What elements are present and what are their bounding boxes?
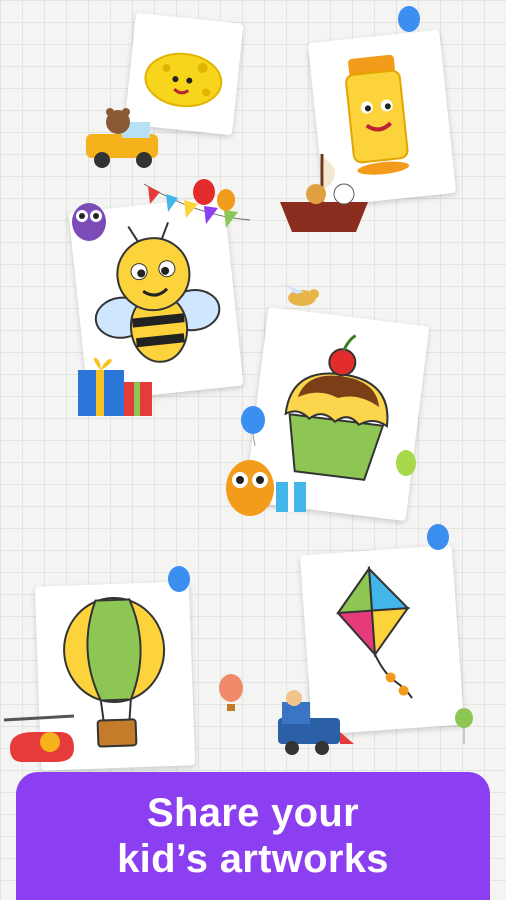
train-sticker: [278, 690, 354, 755]
bird-sticker: [284, 284, 319, 306]
balloon-blue-sticker: [168, 566, 190, 592]
mini-hot-air-balloon-sticker: [219, 674, 243, 711]
balloon-blue-sticker: [427, 524, 449, 550]
helicopter-sticker: [3, 714, 75, 762]
banner-line-2: kid’s artworks: [117, 837, 389, 881]
bunting-sticker: [143, 179, 251, 228]
balloon-blue-sticker: [398, 6, 420, 32]
balloon-green-sticker: [396, 450, 416, 476]
balloon-blue-sticker: [241, 406, 265, 446]
balloon-green-sticker: [455, 708, 473, 744]
promo-banner: Share your kid’s artworks: [16, 772, 490, 900]
banner-line-1: Share your: [147, 791, 359, 835]
ship-sticker: [280, 154, 368, 232]
owl-purple-sticker: [72, 203, 106, 241]
gift-boxes-sticker: [78, 357, 152, 416]
owl-orange-sticker: [226, 460, 306, 516]
bear-truck-sticker: [86, 108, 158, 168]
